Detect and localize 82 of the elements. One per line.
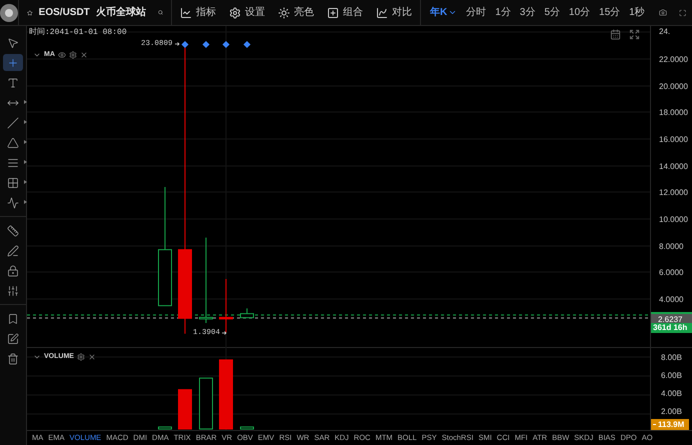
interval-tab[interactable]: 3分 [520,5,536,20]
interval-tab[interactable]: 10分 [568,5,590,20]
line-chart-icon [180,6,192,18]
eye-icon[interactable] [58,51,66,60]
diamond-marker-icon [181,40,189,48]
expand-icon[interactable] [629,29,640,40]
toolbar-button[interactable]: 设置 [229,5,265,20]
expand-arrow-icon [24,200,27,204]
volume-bar [199,378,213,430]
interval-tab[interactable]: 年K [430,5,458,20]
volume-bar [219,359,233,430]
pen-icon [7,244,19,256]
settings-icon [229,6,241,18]
volume-bar [158,426,172,430]
close-icon[interactable] [88,353,96,362]
time-label: 时间:2041-01-01 08:00 [29,27,127,39]
logo-icon [0,4,18,22]
seconds-button[interactable]: 1秒 [629,5,645,20]
pair-title: EOS/USDT [38,6,90,20]
exchange-name: 火币全球站 [96,6,146,20]
volume-bar [178,389,192,430]
expand-arrow-icon [24,100,27,104]
price-axis-label: 4.0000 [659,294,684,306]
horizontal-lines-icon [7,156,19,168]
countdown-tag: 361d 16h [651,323,692,333]
price-axis-label: 6.0000 [659,267,684,280]
price-axis-label: 16.0000 [659,134,688,146]
price-axis-label: 8.0000 [659,240,684,253]
text-icon [7,76,19,88]
edit-icon [7,332,19,344]
ruler-icon [7,224,19,236]
lock-icon [7,264,19,276]
plus-square-icon [327,6,339,18]
price-axis-label: 20.0000 [659,80,688,93]
price-axis-label: 22.0000 [659,54,688,66]
price-axis-label: 14.0000 [659,160,688,173]
interval-tab[interactable]: 分时 [466,5,486,20]
expand-arrow-icon [24,140,27,144]
tool-button[interactable] [3,54,23,71]
diamond-marker-icon [202,40,210,48]
volume-axis-label: 6.00B [661,370,682,382]
interval-tab[interactable]: 1分 [495,5,511,20]
tick-mark [653,424,656,425]
settings-icon[interactable] [68,51,77,60]
expand-arrow-icon [24,160,27,164]
interval-tab[interactable]: 15分 [599,5,620,20]
caret-icon [448,8,458,17]
grid-icon [7,176,19,188]
volume-axis-label: 2.00B [661,406,682,418]
toolbar-button[interactable]: 对比 [376,5,412,20]
price-axis-label: 24. [659,26,670,38]
cursor-icon [7,36,19,48]
volume-axis-label: 4.00B [661,388,682,400]
arrow-icon [174,42,180,46]
interval-tab[interactable]: 5分 [544,5,560,20]
trash-icon [7,352,19,364]
diamond-marker-icon [222,40,230,48]
bookmark-icon [7,312,19,324]
diamond-marker-icon [243,40,251,48]
wave-icon [7,196,19,208]
triangle-icon [7,136,19,148]
crosshair-icon [7,56,19,68]
toolbar-button[interactable]: 亮色 [278,5,314,20]
toolbar-button[interactable]: 指标 [180,5,216,20]
volume-axis-label: 8.00B [661,352,682,364]
settings-icon[interactable] [76,353,85,362]
calendar-icon[interactable] [610,29,621,40]
volume-bar [240,426,254,430]
close-icon[interactable] [80,51,88,60]
sun-icon [278,6,290,18]
candlestick [219,278,233,333]
toolbar-button[interactable]: 组合 [327,5,363,20]
sliders-icon [7,284,19,296]
expand-arrow-icon [24,120,27,124]
chart-icon [376,6,388,18]
expand-arrow-icon [24,180,27,184]
last-price-tag: 2.6237 [651,312,692,323]
price-axis-label: 10.0000 [659,214,688,226]
last-volume-value: 113.9M [658,419,684,430]
price-axis-label: 12.0000 [659,187,688,200]
price-axis-label: 18.0000 [659,107,688,120]
arrow-icon [222,331,228,335]
